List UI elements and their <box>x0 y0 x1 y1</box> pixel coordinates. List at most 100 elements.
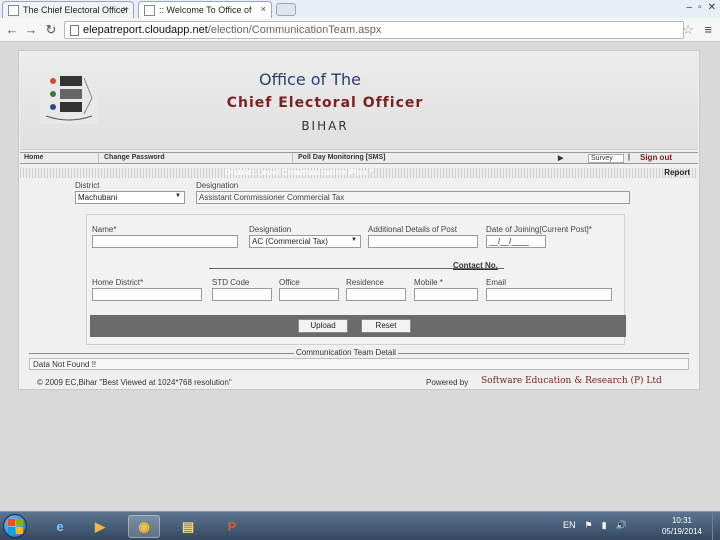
plan-title: District Level Communication Plan * <box>225 168 373 177</box>
taskbar: e ▶ ◉ ▤ P EN ⚑ ▮ 🔊 10:31 05/19/2014 <box>0 511 720 540</box>
form-button-bar: Upload Reset <box>90 315 626 337</box>
std-code-input[interactable] <box>212 288 272 301</box>
tab-title: The Chief Electoral Officer <box>23 5 129 15</box>
date-of-joining-input[interactable]: __/__/____ <box>486 235 546 248</box>
flag-icon[interactable]: ⚑ <box>585 520 593 531</box>
back-icon[interactable]: ← <box>4 22 20 38</box>
additional-details-input[interactable] <box>368 235 478 248</box>
tab-welcome[interactable]: :: Welcome To Office of × <box>138 1 272 18</box>
name-input[interactable] <box>92 235 238 248</box>
header-banner: Office of The Chief Electoral Officer BI… <box>20 52 698 150</box>
office-phone-input[interactable] <box>279 288 339 301</box>
window-controls: – ▫ ✕ <box>687 2 717 13</box>
footer-company-link[interactable]: Software Education & Research (P) Ltd <box>481 376 662 386</box>
start-logo-yellow <box>16 527 23 534</box>
nav-poll-day-monitoring[interactable]: Poll Day Monitoring [SMS] <box>298 154 386 161</box>
maximize-icon[interactable]: ▫ <box>698 2 702 13</box>
nav-home[interactable]: Home <box>24 154 43 161</box>
page-icon <box>144 5 155 16</box>
explorer-glyph: ▤ <box>181 518 195 534</box>
url-host: elepatreport.cloudapp.net <box>83 24 208 36</box>
browser-tab-strip: The Chief Electoral Officer × :: Welcome… <box>0 0 720 18</box>
start-logo-blue <box>8 527 15 534</box>
chrome-glyph: ◉ <box>138 518 150 534</box>
report-link[interactable]: Report <box>664 168 690 177</box>
chrome-icon[interactable]: ◉ <box>128 515 160 538</box>
close-icon[interactable]: × <box>123 4 128 14</box>
ie-glyph: e <box>56 519 64 534</box>
ie-icon[interactable]: e <box>44 515 76 538</box>
name-label: Name* <box>92 225 117 234</box>
start-button-icon[interactable] <box>3 514 27 538</box>
clock-date: 05/19/2014 <box>661 527 702 536</box>
close-window-icon[interactable]: ✕ <box>708 2 716 13</box>
banner-title-line2: Chief Electoral Officer <box>226 95 424 111</box>
explorer-icon[interactable]: ▤ <box>172 515 204 538</box>
email-input[interactable] <box>486 288 612 301</box>
nav-arrow-icon[interactable]: ▶ <box>558 154 563 162</box>
home-district-input[interactable] <box>92 288 202 301</box>
plan-title-bar: District Level Communication Plan * Repo… <box>20 168 698 178</box>
language-indicator[interactable]: EN <box>563 520 576 531</box>
residence-phone-input[interactable] <box>346 288 406 301</box>
upload-button[interactable]: Upload <box>298 319 348 333</box>
new-tab-button[interactable] <box>276 3 296 16</box>
chevron-down-icon: ▼ <box>351 237 357 243</box>
contact-no-heading: Contact No. <box>453 261 498 270</box>
nav-change-password[interactable]: Change Password <box>104 154 165 161</box>
home-district-label: Home District* <box>92 278 144 287</box>
clock-time: 10:31 <box>671 516 692 525</box>
clock[interactable]: 10:31 05/19/2014 <box>662 515 702 537</box>
powerpoint-glyph: P <box>227 519 237 534</box>
mobile-input[interactable] <box>414 288 478 301</box>
tab-title: :: Welcome To Office of <box>159 5 252 15</box>
tab-chief-electoral-officer[interactable]: The Chief Electoral Officer × <box>2 1 134 18</box>
close-icon[interactable]: × <box>261 4 266 14</box>
additional-details-label: Additional Details of Post <box>368 225 457 234</box>
sign-out-link[interactable]: Sign out <box>640 153 672 162</box>
district-select[interactable]: Machubani ▼ <box>75 191 185 204</box>
nav-survey[interactable]: Survey <box>588 154 624 163</box>
designation-select[interactable]: AC (Commercial Tax) ▼ <box>249 235 361 248</box>
start-logo-green <box>16 519 23 526</box>
system-tray: EN ⚑ ▮ 🔊 <box>563 520 627 531</box>
designation-label: Designation <box>249 225 292 234</box>
chevron-down-icon: ▼ <box>175 193 181 199</box>
menu-icon[interactable]: ≡ <box>704 22 712 37</box>
nav-divider: | <box>628 154 630 161</box>
data-not-found-message: Data Not Found !! <box>29 358 689 370</box>
url-path: /election/CommunicationTeam.aspx <box>207 24 382 36</box>
powerpoint-icon[interactable]: P <box>216 515 248 538</box>
footer-copyright: © 2009 EC,Bihar "Best Viewed at 1024*768… <box>37 378 232 387</box>
district-label: District <box>75 181 100 190</box>
network-icon[interactable]: ▮ <box>602 520 607 531</box>
page-container: Office of The Chief Electoral Officer BI… <box>18 50 700 390</box>
designation-top-field[interactable]: Assistant Commissioner Commercial Tax <box>196 191 630 204</box>
address-bar[interactable]: elepatreport.cloudapp.net/election/Commu… <box>64 21 684 39</box>
show-desktop-button[interactable] <box>712 512 720 540</box>
page-icon <box>70 25 79 36</box>
office-label: Office <box>279 278 300 287</box>
reload-icon[interactable]: ↻ <box>43 22 59 38</box>
banner-title-line3: BIHAR <box>301 119 349 133</box>
residence-label: Residence <box>346 278 384 287</box>
main-nav: Home Change Password Poll Day Monitoring… <box>20 152 698 164</box>
reset-button[interactable]: Reset <box>361 319 411 333</box>
communication-team-detail-title: Communication Team Detail <box>294 348 398 357</box>
designation-top-label: Designation <box>196 181 239 190</box>
nav-divider <box>292 153 293 163</box>
std-code-label: STD Code <box>212 278 250 287</box>
page-icon <box>8 5 19 16</box>
banner-title-line1: Office of The <box>258 70 362 89</box>
media-player-icon[interactable]: ▶ <box>84 515 116 538</box>
footer-powered-by: Powered by <box>426 378 469 387</box>
start-logo-red <box>8 519 15 526</box>
forward-icon[interactable]: → <box>23 22 39 38</box>
email-label: Email <box>486 278 507 287</box>
minimize-icon[interactable]: – <box>687 2 693 13</box>
media-player-glyph: ▶ <box>95 518 105 534</box>
bookmark-star-icon[interactable]: ☆ <box>682 22 694 38</box>
browser-viewport: Office of The Chief Electoral Officer BI… <box>0 42 720 511</box>
date-of-joining-label: Date of Joining[Current Post]* <box>486 225 592 234</box>
volume-icon[interactable]: 🔊 <box>616 520 627 531</box>
